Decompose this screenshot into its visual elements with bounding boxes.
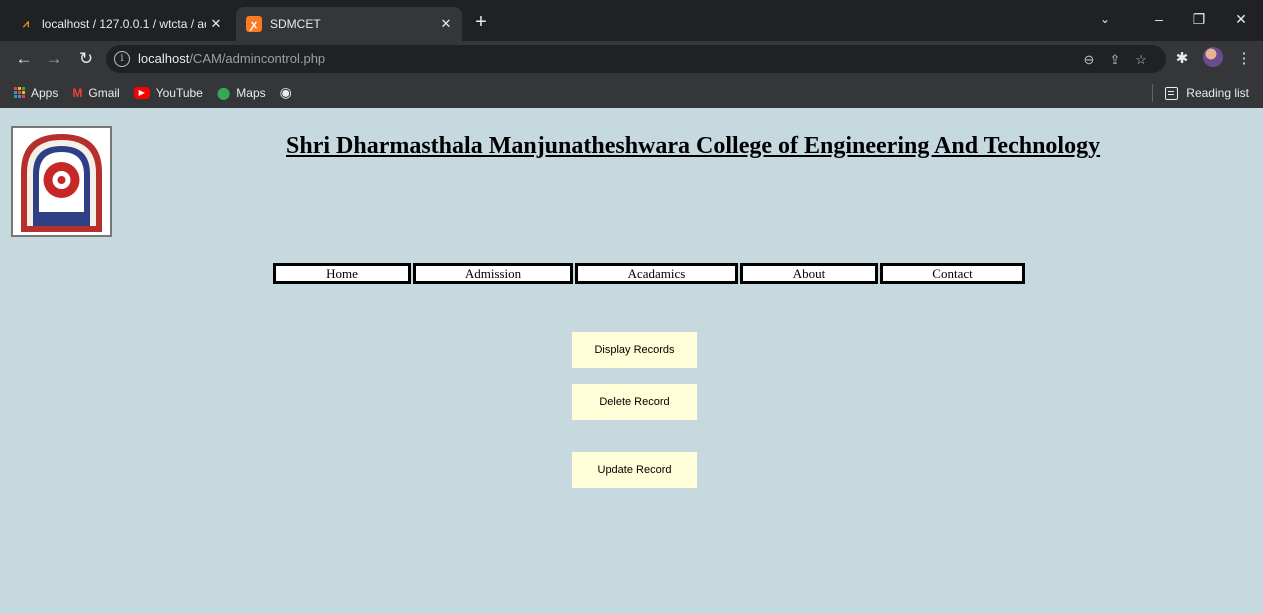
reading-list-button[interactable]: Reading list — [1152, 81, 1249, 105]
restore-button[interactable]: ❐ — [1184, 6, 1214, 32]
bookmark-gmail[interactable]: M Gmail — [72, 81, 119, 105]
site-info-icon[interactable]: i — [114, 51, 130, 67]
url-text[interactable]: localhost/CAM/admincontrol.php — [138, 51, 325, 66]
close-tab-icon[interactable]: ✕ — [436, 16, 456, 32]
phpmyadmin-icon: ⩘ — [22, 17, 30, 30]
maps-icon: ⬤ — [216, 85, 231, 100]
bookmark-globe[interactable]: ◉ — [280, 81, 298, 105]
bookmark-label: Gmail — [88, 85, 120, 100]
forward-button[interactable]: → — [42, 47, 66, 71]
bookmark-apps[interactable]: Apps — [14, 81, 58, 105]
nav-contact[interactable]: Contact — [880, 263, 1025, 284]
globe-icon: ◉ — [279, 84, 292, 100]
tab-phpmyadmin[interactable]: ⩘ localhost / 127.0.0.1 / wtcta / adr ✕ — [8, 7, 232, 41]
extensions-icon[interactable]: ✱ — [1170, 47, 1194, 71]
bookmark-maps[interactable]: ⬤ Maps — [217, 81, 266, 105]
new-tab-button[interactable]: + — [468, 10, 494, 36]
tab-sdmcet[interactable]: ꭗ SDMCET ✕ — [236, 7, 462, 41]
menu-kebab-icon[interactable]: ⋮ — [1232, 47, 1256, 71]
update-record-button[interactable]: Update Record — [572, 452, 697, 488]
xampp-icon: ꭗ — [246, 16, 262, 32]
delete-record-button[interactable]: Delete Record — [572, 384, 697, 420]
back-button[interactable]: ← — [12, 47, 36, 71]
reading-list-icon — [1165, 86, 1179, 100]
share-icon[interactable]: ⇪ — [1106, 51, 1124, 69]
page-title: Shri Dharmasthala Manjunatheshwara Colle… — [286, 133, 1101, 159]
bookmark-label: Maps — [236, 85, 266, 100]
toolbar-divider — [1152, 84, 1154, 102]
close-window-button[interactable]: ✕ — [1226, 6, 1256, 32]
profile-avatar[interactable] — [1203, 47, 1223, 67]
gmail-icon: M — [72, 85, 83, 100]
bookmark-label: Apps — [31, 85, 59, 100]
bookmark-label: YouTube — [155, 85, 203, 100]
college-logo — [11, 126, 112, 237]
bookmark-star-icon[interactable]: ☆ — [1132, 51, 1150, 69]
apps-grid-icon — [14, 87, 25, 98]
youtube-icon: ▶ — [133, 86, 150, 99]
tab-search-icon[interactable]: ⌄ — [1090, 6, 1120, 32]
browser-toolbar: ← → ↻ i localhost/CAM/admincontrol.php ⊖… — [0, 41, 1263, 77]
tab-strip: ⩘ localhost / 127.0.0.1 / wtcta / adr ✕ … — [0, 0, 1263, 41]
nav-acadamics[interactable]: Acadamics — [575, 263, 738, 284]
address-bar[interactable]: i localhost/CAM/admincontrol.php ⊖ ⇪ ☆ — [106, 45, 1166, 73]
display-records-button[interactable]: Display Records — [572, 332, 697, 368]
tab-title: localhost / 127.0.0.1 / wtcta / adr — [42, 17, 206, 31]
tab-title: SDMCET — [270, 17, 321, 31]
minimize-button[interactable]: – — [1144, 6, 1174, 32]
page-content: Shri Dharmasthala Manjunatheshwara Colle… — [0, 108, 1263, 614]
zoom-icon[interactable]: ⊖ — [1080, 51, 1098, 69]
nav-home[interactable]: Home — [273, 263, 411, 284]
nav-admission[interactable]: Admission — [413, 263, 573, 284]
browser-chrome: ⩘ localhost / 127.0.0.1 / wtcta / adr ✕ … — [0, 0, 1263, 108]
reload-button[interactable]: ↻ — [74, 47, 98, 71]
close-tab-icon[interactable]: ✕ — [206, 16, 226, 32]
reading-list-label: Reading list — [1186, 86, 1249, 100]
nav-about[interactable]: About — [740, 263, 878, 284]
bookmarks-bar: Apps M Gmail ▶ YouTube ⬤ Maps ◉ Reading … — [0, 77, 1263, 108]
bookmark-youtube[interactable]: ▶ YouTube — [133, 81, 203, 105]
